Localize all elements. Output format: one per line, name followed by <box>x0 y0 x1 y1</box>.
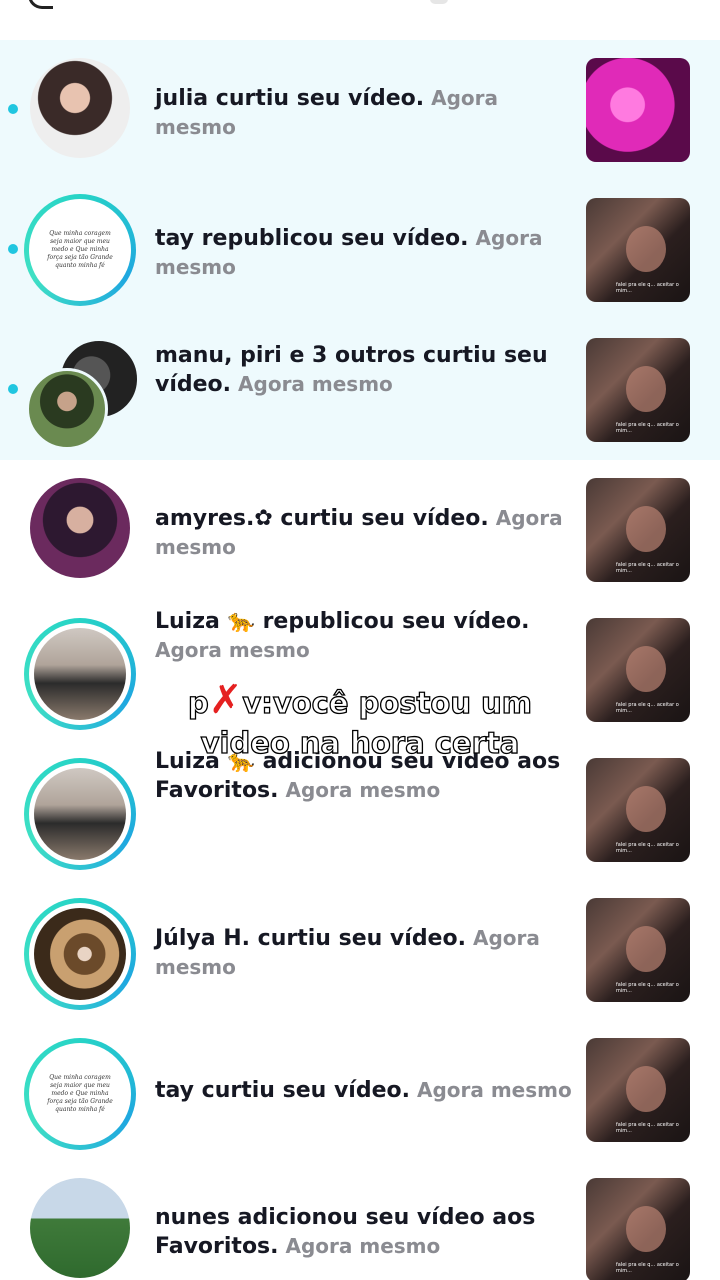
video-thumbnail[interactable]: falei pra ele q... aceitar o mim... <box>586 478 690 582</box>
avatar[interactable] <box>24 1178 136 1280</box>
avatar-quote: Que minha coragem seja maior que meu med… <box>47 230 113 269</box>
avatar[interactable] <box>24 58 136 170</box>
list-item[interactable]: nunes adicionou seu vídeo aos Favoritos.… <box>0 1160 720 1280</box>
notification-text: tay republicou seu vídeo. <box>155 226 469 251</box>
unread-dot-icon <box>8 384 18 394</box>
story-ring <box>24 758 136 870</box>
stacked-avatars[interactable] <box>24 338 140 450</box>
video-thumbnail[interactable]: falei pra ele q... aceitar o mim... <box>586 758 690 862</box>
thumbnail-caption: falei pra ele q... aceitar o mim... <box>616 282 679 294</box>
unread-dot-icon <box>8 244 18 254</box>
overlay-line-2: video na hora certa <box>200 725 520 760</box>
notification-time: Agora mesmo <box>285 1234 441 1258</box>
video-thumbnail[interactable]: falei pra ele q... aceitar o mim... <box>586 1178 690 1280</box>
avatar[interactable] <box>24 478 136 590</box>
notification-text: Júlya H. curtiu seu vídeo. <box>155 926 466 951</box>
video-thumbnail[interactable]: falei pra ele q... aceitar o mim... <box>586 338 690 442</box>
video-thumbnail[interactable]: falei pra ele q... aceitar o mim... <box>586 1038 690 1142</box>
avatar[interactable] <box>24 758 136 870</box>
notification-text: amyres.✿ curtiu seu vídeo. <box>155 506 489 531</box>
thumbnail-caption: falei pra ele q... aceitar o mim... <box>616 982 679 994</box>
list-item[interactable]: Que minha coragem seja maior que meu med… <box>0 180 720 320</box>
thumbnail-caption: falei pra ele q... aceitar o mim... <box>616 422 679 434</box>
notification-text: julia curtiu seu vídeo. <box>155 86 425 111</box>
x-mark-icon: ✗ <box>208 677 243 723</box>
list-item[interactable]: amyres.✿ curtiu seu vídeo. Agora mesmo f… <box>0 460 720 600</box>
video-thumbnail[interactable]: falei pra ele q... aceitar o mim... <box>586 898 690 1002</box>
notification-time: Agora mesmo <box>238 372 393 396</box>
avatar[interactable]: Que minha coragem seja maior que meu med… <box>24 1038 136 1150</box>
notification-time: Agora mesmo <box>416 1078 572 1102</box>
thumbnail-caption: falei pra ele q... aceitar o mim... <box>616 562 679 574</box>
list-item[interactable]: julia curtiu seu vídeo. Agora mesmo <box>0 40 720 180</box>
tab-indicator <box>430 0 448 4</box>
video-thumbnail[interactable]: falei pra ele q... aceitar o mim... <box>586 198 690 302</box>
avatar[interactable] <box>24 898 136 1010</box>
list-item[interactable]: manu, piri e 3 outros curtiu seu vídeo. … <box>0 320 720 460</box>
story-ring: Que minha coragem seja maior que meu med… <box>24 194 136 306</box>
top-bar <box>0 0 720 40</box>
avatar-quote: Que minha coragem seja maior que meu med… <box>47 1074 113 1113</box>
back-icon[interactable] <box>28 0 53 9</box>
unread-dot-icon <box>8 104 18 114</box>
story-ring: Que minha coragem seja maior que meu med… <box>24 1038 136 1150</box>
video-thumbnail[interactable] <box>586 58 690 162</box>
avatar <box>26 368 108 450</box>
list-item[interactable]: Que minha coragem seja maior que meu med… <box>0 1020 720 1160</box>
thumbnail-caption: falei pra ele q... aceitar o mim... <box>616 1262 679 1274</box>
notifications-screen: julia curtiu seu vídeo. Agora mesmo Que … <box>0 0 720 1280</box>
overlay-line-1: p✗v:você postou um <box>187 677 532 723</box>
avatar[interactable]: Que minha coragem seja maior que meu med… <box>24 194 136 310</box>
thumbnail-caption: falei pra ele q... aceitar o mim... <box>616 842 679 854</box>
notification-text: tay curtiu seu vídeo. <box>155 1078 410 1103</box>
story-ring <box>24 898 136 1010</box>
list-item[interactable]: Júlya H. curtiu seu vídeo. Agora mesmo f… <box>0 880 720 1020</box>
video-caption-overlay: p✗v:você postou um video na hora certa <box>0 680 720 763</box>
thumbnail-caption: falei pra ele q... aceitar o mim... <box>616 1122 679 1134</box>
notification-text: Luiza 🐆 republicou seu vídeo. <box>155 609 530 634</box>
notification-list: julia curtiu seu vídeo. Agora mesmo Que … <box>0 40 720 1280</box>
notification-time: Agora mesmo <box>285 778 441 802</box>
notification-time: Agora mesmo <box>155 638 310 662</box>
